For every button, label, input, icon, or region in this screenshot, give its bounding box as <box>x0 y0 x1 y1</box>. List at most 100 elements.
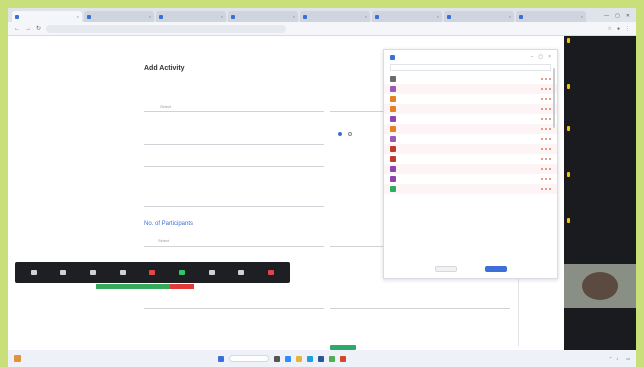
popup-footer <box>384 266 557 272</box>
list-item[interactable] <box>384 134 557 144</box>
radio-unselected[interactable] <box>348 132 352 136</box>
status-dot-icon <box>549 98 551 100</box>
minimize-icon[interactable]: – <box>531 54 534 60</box>
profile-icon[interactable]: ● <box>617 26 620 32</box>
list-item[interactable] <box>384 184 557 194</box>
status-dot-icon <box>541 78 543 80</box>
participant-video-tile[interactable] <box>564 264 636 308</box>
zoom-app-icon[interactable] <box>285 355 291 362</box>
browser-tab[interactable]: × <box>444 11 514 22</box>
close-tab-icon[interactable]: × <box>221 14 223 19</box>
end-button[interactable] <box>268 270 275 275</box>
edge-icon[interactable] <box>307 355 313 362</box>
task-view-icon[interactable] <box>274 355 280 362</box>
back-icon[interactable]: ← <box>14 26 20 32</box>
status-dot-icon <box>549 188 551 190</box>
taskbar-search[interactable] <box>229 355 269 362</box>
file-explorer-icon[interactable] <box>296 355 302 362</box>
close-tab-icon[interactable]: × <box>581 14 583 19</box>
screen-share-indicator[interactable] <box>96 284 194 289</box>
star-icon[interactable]: ☆ <box>607 26 611 32</box>
maximize-icon[interactable]: ▢ <box>615 13 620 19</box>
list-item[interactable] <box>384 94 557 104</box>
status-dots <box>541 158 551 160</box>
radio-selected[interactable] <box>338 132 342 136</box>
status-dots <box>541 128 551 130</box>
category-icon <box>390 126 396 132</box>
participant-tile[interactable] <box>564 36 636 82</box>
app-icon <box>390 54 395 60</box>
close-tab-icon[interactable]: × <box>437 14 439 19</box>
browser-tab-bar: × × × × × × × × — ▢ ✕ <box>8 8 636 22</box>
list-item[interactable] <box>384 174 557 184</box>
stop-share-button[interactable] <box>169 284 194 289</box>
menu-icon[interactable]: ⋮ <box>625 26 630 32</box>
reload-icon[interactable]: ↻ <box>36 25 41 32</box>
list-item[interactable] <box>384 164 557 174</box>
pause-share-button[interactable] <box>179 270 186 275</box>
people-icon <box>119 270 126 275</box>
browser-tab[interactable]: × <box>12 11 82 22</box>
list-item[interactable] <box>384 74 557 84</box>
video-button[interactable] <box>60 270 67 275</box>
browser-tab[interactable]: × <box>84 11 154 22</box>
category-icon <box>390 76 396 82</box>
annotate-button[interactable] <box>208 270 215 275</box>
chrome-icon[interactable] <box>329 355 335 362</box>
popup-search-input[interactable] <box>390 64 551 71</box>
weather-widget[interactable] <box>14 355 21 362</box>
close-tab-icon[interactable]: × <box>509 14 511 19</box>
minimize-icon[interactable]: — <box>604 13 609 19</box>
close-tab-icon[interactable]: × <box>365 14 367 19</box>
close-icon[interactable]: × <box>548 54 551 60</box>
category-icon <box>390 136 396 142</box>
browser-tab[interactable]: × <box>516 11 586 22</box>
activity-list-popup: – ▢ × <box>383 49 558 279</box>
ok-button[interactable] <box>484 266 507 272</box>
start-icon[interactable] <box>218 355 224 362</box>
participant-tile[interactable] <box>564 124 636 170</box>
section-title: No. of Participants <box>144 221 194 227</box>
close-tab-icon[interactable]: × <box>149 14 151 19</box>
list-item[interactable] <box>384 104 557 114</box>
notification-icon[interactable]: ▭ <box>626 356 630 361</box>
list-item[interactable] <box>384 124 557 134</box>
close-window-icon[interactable]: ✕ <box>626 13 630 19</box>
participant-tile[interactable] <box>564 82 636 124</box>
field-underline <box>144 111 324 112</box>
browser-tab[interactable]: × <box>300 11 370 22</box>
more-button[interactable] <box>238 270 245 275</box>
popup-scrollbar[interactable] <box>553 68 555 128</box>
close-tab-icon[interactable]: × <box>293 14 295 19</box>
status-dots <box>541 88 551 90</box>
browser-tab[interactable]: × <box>156 11 226 22</box>
list-item[interactable] <box>384 144 557 154</box>
cancel-button[interactable] <box>434 266 457 272</box>
maximize-icon[interactable]: ▢ <box>538 54 543 60</box>
security-button[interactable] <box>90 270 97 275</box>
list-item[interactable] <box>384 84 557 94</box>
wifi-icon[interactable]: ⌃ <box>609 356 612 361</box>
forward-icon[interactable]: → <box>25 26 31 32</box>
select-field[interactable]: Select <box>160 104 171 109</box>
volume-icon[interactable]: ♪ <box>616 356 618 361</box>
mute-button[interactable] <box>30 270 37 275</box>
participants-select[interactable]: Select <box>158 238 169 243</box>
participants-button[interactable] <box>119 270 126 275</box>
participant-tile[interactable] <box>564 170 636 216</box>
url-field[interactable] <box>46 24 287 33</box>
list-item[interactable] <box>384 114 557 124</box>
new-share-button[interactable] <box>149 270 156 275</box>
word-icon[interactable] <box>318 355 324 362</box>
favicon-icon <box>87 14 91 19</box>
browser-tab[interactable]: × <box>372 11 442 22</box>
close-tab-icon[interactable]: × <box>77 14 79 19</box>
pen-icon <box>208 270 215 275</box>
camera-icon <box>60 270 67 275</box>
field-underline <box>330 111 390 112</box>
powerpoint-icon[interactable] <box>340 355 346 362</box>
browser-tab[interactable]: × <box>228 11 298 22</box>
participant-tile[interactable] <box>564 216 636 260</box>
status-dot-icon <box>549 178 551 180</box>
list-item[interactable] <box>384 154 557 164</box>
